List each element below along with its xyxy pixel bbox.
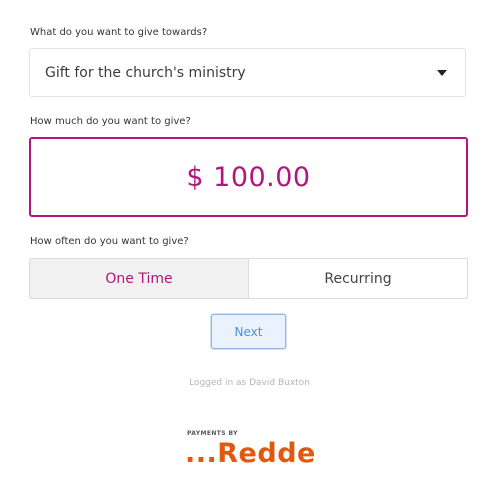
redde-logo: ...Redde <box>185 438 316 469</box>
next-button[interactable]: Next <box>211 314 286 349</box>
how-much-label: How much do you want to give? <box>30 116 191 127</box>
how-often-label: How often do you want to give? <box>30 236 189 247</box>
fund-select[interactable]: Gift for the church's ministry <box>29 48 466 97</box>
give-towards-label: What do you want to give towards? <box>30 27 208 38</box>
caret-down-icon[interactable] <box>437 70 447 76</box>
logged-in-status: Logged in as David Buxton <box>189 378 310 388</box>
frequency-toggle: One Time Recurring <box>29 258 468 299</box>
recurring-option[interactable]: Recurring <box>249 259 467 298</box>
fund-select-value: Gift for the church's ministry <box>45 65 246 81</box>
one-time-option[interactable]: One Time <box>30 259 249 298</box>
trademark-mark: ™ <box>302 449 307 455</box>
payments-by-label: PAYMENTS BY <box>187 430 238 437</box>
amount-value: $ 100.00 <box>186 161 311 193</box>
amount-input[interactable]: $ 100.00 <box>29 137 468 217</box>
